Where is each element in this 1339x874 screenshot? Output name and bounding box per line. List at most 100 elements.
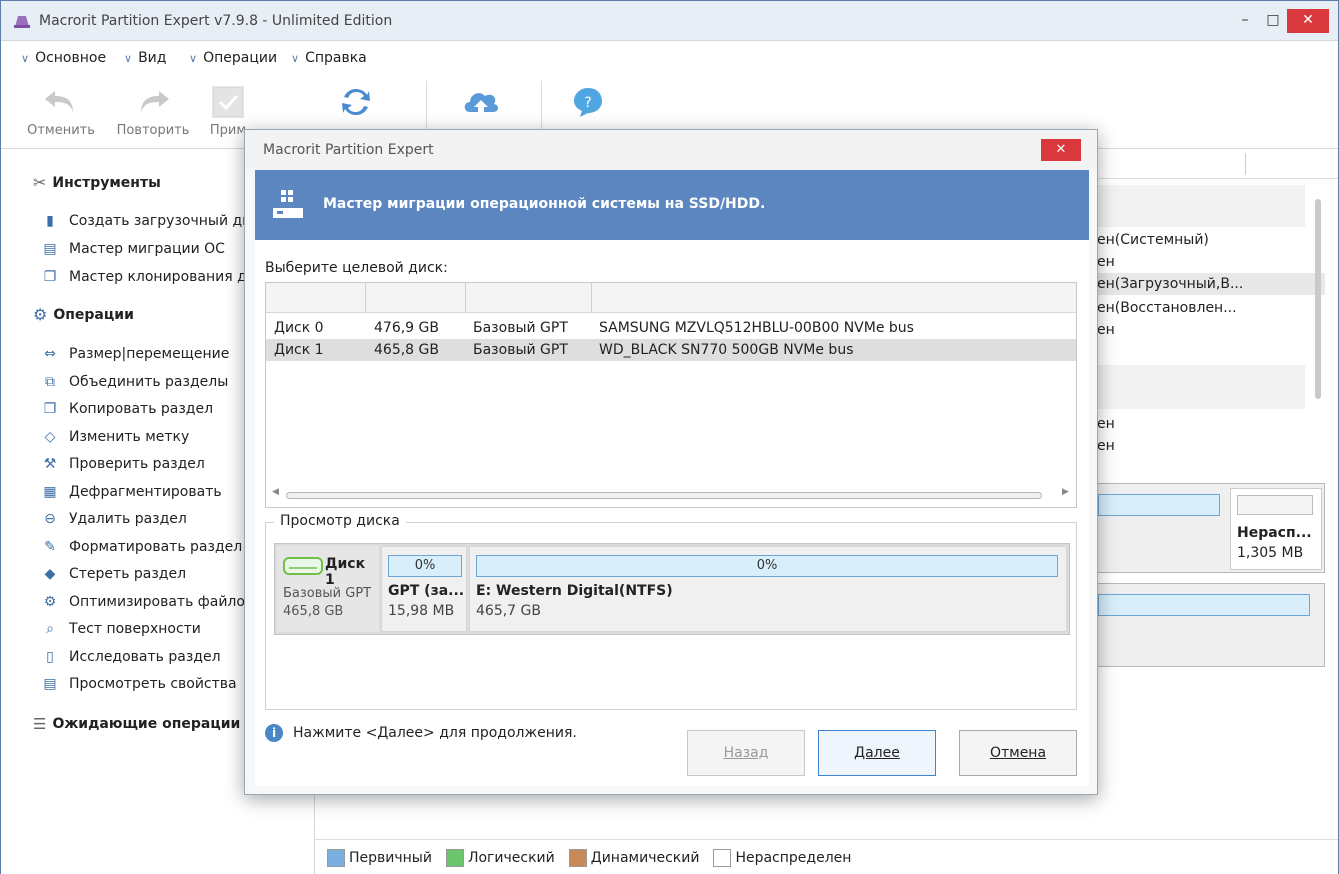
- legend-logical: Логический: [445, 848, 555, 867]
- dialog-body: Выберите целевой диск: Диск 0 476,9 GB Б…: [255, 240, 1089, 786]
- column-header[interactable]: [266, 283, 366, 313]
- preview-disk-name: Диск 1: [325, 556, 366, 588]
- magnifier-icon: ⌕: [46, 621, 54, 637]
- preview-disk-info: Диск 1 Базовый GPT 465,8 GB: [277, 546, 379, 632]
- tools-section-title: ✂ Инструменты: [33, 173, 161, 192]
- partition-bar[interactable]: [1098, 494, 1220, 516]
- dialog-close-button[interactable]: ✕: [1041, 139, 1081, 161]
- list-scrollbar[interactable]: [1315, 199, 1321, 399]
- column-header[interactable]: [366, 283, 466, 313]
- menu-help[interactable]: ∨ Справка: [291, 50, 367, 66]
- title-bar: Macrorit Partition Expert v7.9.8 - Unlim…: [1, 1, 1338, 41]
- preview-disk-size: 465,8 GB: [283, 604, 344, 619]
- disk-table: Диск 0 476,9 GB Базовый GPT SAMSUNG MZVL…: [265, 282, 1077, 508]
- column-header[interactable]: [466, 283, 592, 313]
- explore-icon: ▯: [46, 649, 54, 665]
- next-button[interactable]: Далее: [818, 730, 936, 776]
- dialog-banner: Мастер миграции операционной системы на …: [255, 170, 1089, 240]
- disk-name: Диск 1: [274, 342, 324, 358]
- unallocated-label: Нерасп...: [1237, 525, 1312, 541]
- disk-model: WD_BLACK SN770 500GB NVMe bus: [599, 342, 854, 358]
- window-title: Macrorit Partition Expert v7.9.8 - Unlim…: [39, 13, 393, 29]
- partition-size: 15,98 MB: [388, 603, 455, 619]
- legend-unallocated: Нераспределен: [713, 848, 851, 867]
- legend: Первичный Логический Динамический Нерасп…: [315, 839, 1338, 874]
- menu-operations[interactable]: ∨ Операции: [189, 50, 277, 66]
- checkbox-icon: [212, 86, 244, 118]
- chevron-down-icon: ∨: [124, 52, 133, 65]
- migration-dialog: Macrorit Partition Expert ✕ Мастер мигра…: [244, 129, 1098, 795]
- disk-size: 476,9 GB: [374, 320, 439, 336]
- scrollbar-thumb[interactable]: [286, 492, 1042, 499]
- properties-icon: ▤: [43, 676, 57, 692]
- refresh-button[interactable]: [331, 81, 381, 123]
- disk-size: 465,8 GB: [374, 342, 439, 358]
- table-row-selected[interactable]: Диск 1 465,8 GB Базовый GPT WD_BLACK SN7…: [266, 339, 1076, 361]
- undo-icon: [45, 91, 73, 113]
- menu-main[interactable]: ∨ Основное: [21, 50, 106, 66]
- hint-text: Нажмите <Далее> для продолжения.: [293, 725, 577, 741]
- disk-preview-map: Диск 1 Базовый GPT 465,8 GB 0% GPT (за..…: [274, 543, 1070, 635]
- undo-label: Отменить: [27, 123, 95, 138]
- tools-icon: ✂: [33, 173, 47, 192]
- legend-dynamic: Динамический: [568, 848, 699, 867]
- optimize-icon: ⚙: [43, 594, 57, 610]
- menu-bar: ∨ Основное ∨ Вид ∨ Операции ∨ Справка: [1, 41, 1338, 77]
- close-button[interactable]: ✕: [1287, 9, 1329, 33]
- cancel-button[interactable]: Отмена: [959, 730, 1077, 776]
- help-button[interactable]: ?: [563, 81, 613, 123]
- hint: i Нажмите <Далее> для продолжения.: [265, 724, 577, 742]
- horizontal-scrollbar[interactable]: ◀ ▶: [266, 483, 1076, 507]
- dialog-title: Macrorit Partition Expert: [263, 142, 434, 158]
- list-item[interactable]: ен(Системный): [1095, 229, 1325, 251]
- select-disk-prompt: Выберите целевой диск:: [265, 260, 448, 276]
- unallocated-partition[interactable]: Нерасп... 1,305 MB: [1230, 488, 1322, 570]
- list-icon: ☰: [33, 715, 47, 733]
- chevron-down-icon: ∨: [189, 52, 198, 65]
- disk-name: Диск 0: [274, 320, 324, 336]
- redo-label: Повторить: [116, 123, 190, 138]
- legend-primary: Первичный: [327, 848, 432, 867]
- chevron-down-icon: ∨: [291, 52, 300, 65]
- disk-type: Базовый GPT: [473, 342, 568, 358]
- eraser-icon: ◆: [44, 566, 56, 582]
- operations-section-title: ⚙ Операции: [33, 305, 134, 324]
- minimize-button[interactable]: –: [1231, 9, 1259, 33]
- list-item[interactable]: ен: [1095, 435, 1325, 457]
- table-row[interactable]: Диск 0 476,9 GB Базовый GPT SAMSUNG MZVL…: [266, 317, 1076, 339]
- list-item[interactable]: ен(Загрузочный,В...: [1095, 273, 1325, 295]
- list-item[interactable]: ен: [1095, 319, 1325, 341]
- list-item[interactable]: ен: [1095, 413, 1325, 435]
- partition-bar[interactable]: [1098, 594, 1310, 616]
- redo-button[interactable]: Повторить: [111, 81, 195, 138]
- usb-icon: ▮: [46, 213, 54, 229]
- maximize-button[interactable]: □: [1259, 9, 1287, 33]
- list-group: [1095, 365, 1305, 409]
- scroll-left-icon[interactable]: ◀: [272, 487, 279, 497]
- disk-table-header: [266, 283, 1076, 313]
- menu-view[interactable]: ∨ Вид: [124, 50, 166, 66]
- upgrade-button[interactable]: [456, 81, 506, 123]
- list-item[interactable]: ен: [1095, 251, 1325, 273]
- migrate-icon: ▤: [43, 241, 57, 257]
- undo-button[interactable]: Отменить: [19, 81, 103, 138]
- preview-partition-e[interactable]: 0% E: Western Digital(NTFS) 465,7 GB: [469, 546, 1067, 632]
- migration-icon: [273, 190, 303, 218]
- wrench-icon: ⚒: [43, 456, 57, 472]
- svg-text:?: ?: [584, 95, 591, 111]
- scroll-right-icon[interactable]: ▶: [1062, 487, 1069, 497]
- operations-icon: ⚙: [33, 305, 48, 324]
- preview-partition-gpt[interactable]: 0% GPT (за... 15,98 MB: [381, 546, 467, 632]
- app-window: Macrorit Partition Expert v7.9.8 - Unlim…: [0, 0, 1339, 874]
- resize-icon: ⇔: [44, 346, 56, 362]
- chevron-down-icon: ∨: [21, 52, 30, 65]
- list-group: [1095, 185, 1305, 227]
- back-button[interactable]: Назад: [687, 730, 805, 776]
- list-item[interactable]: ен(Восстановлен...: [1095, 297, 1325, 319]
- app-logo-icon: [14, 16, 30, 28]
- column-header[interactable]: [592, 283, 1076, 313]
- disk-map-1: [1095, 583, 1325, 667]
- cloud-upload-icon: [464, 93, 499, 114]
- disk-preview: Просмотр диска Диск 1 Базовый GPT 465,8 …: [265, 513, 1077, 710]
- defrag-icon: ▦: [43, 484, 57, 500]
